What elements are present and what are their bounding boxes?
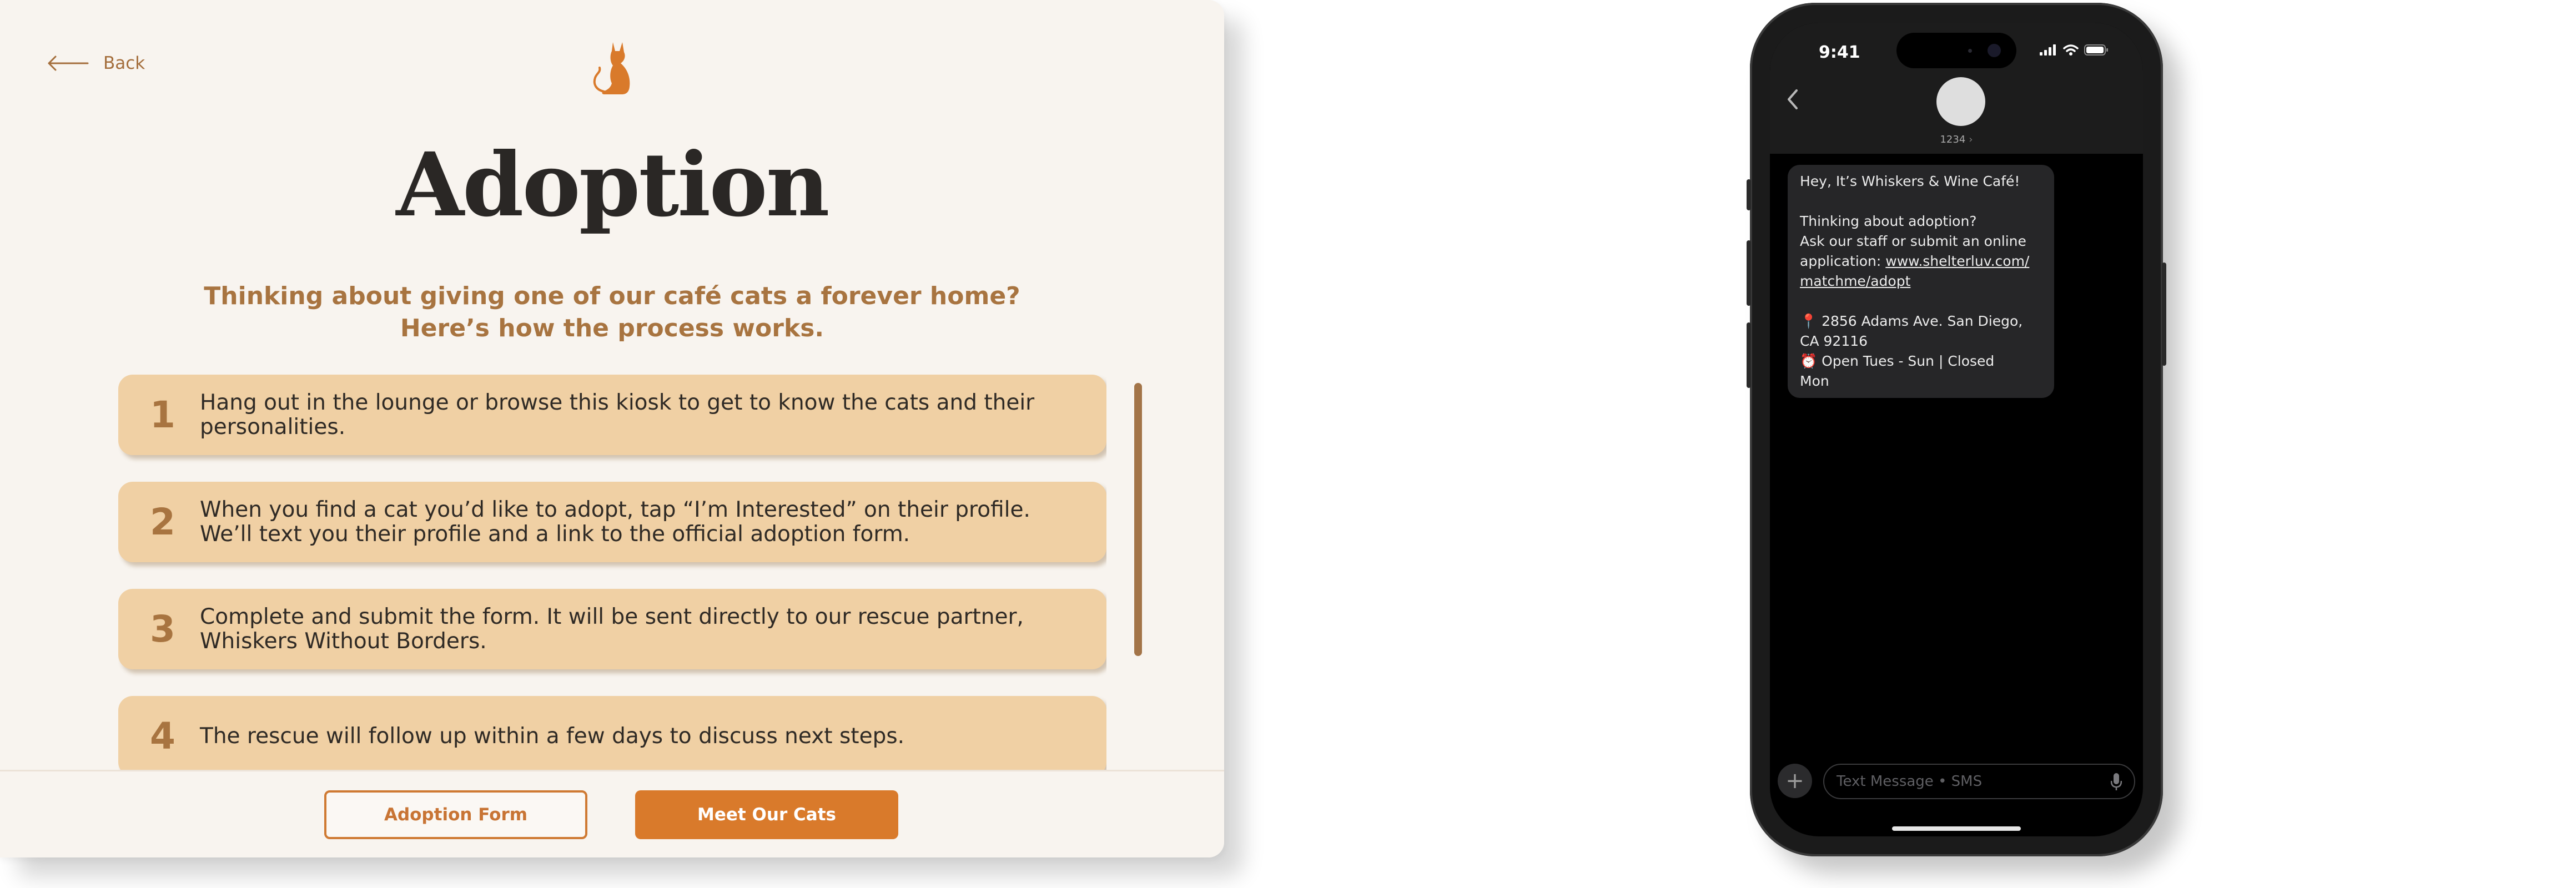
adoption-link-continued[interactable]: matchme/adopt [1800, 273, 1910, 289]
contact-number: 1234 [1940, 134, 1966, 145]
message-line: Thinking about adoption? [1800, 213, 1977, 229]
phone-mockup: 9:41 1234 › Hey, It’s Whiskers & Wine Ca… [1747, 3, 2166, 856]
cat-logo-icon [587, 39, 637, 99]
message-line: application: www.shelterluv.com/ [1800, 251, 2042, 271]
battery-icon [2084, 44, 2108, 56]
messages-screen: 9:41 1234 › Hey, It’s Whiskers & Wine Ca… [1770, 23, 2143, 836]
contact-name[interactable]: 1234 › [1770, 134, 2143, 145]
phone-volume-up-button [1747, 240, 1751, 306]
phone-power-button [2162, 263, 2166, 366]
footer-bar: Adoption Form Meet Our Cats [0, 770, 1224, 857]
conversation-header: 9:41 1234 › [1770, 23, 2143, 154]
step-text: Hang out in the lounge or browse this ki… [200, 390, 1035, 440]
adoption-link[interactable]: www.shelterluv.com/ [1885, 253, 2029, 269]
meet-our-cats-button[interactable]: Meet Our Cats [635, 790, 898, 839]
message-line: Hey, It’s Whiskers & Wine Café! [1800, 173, 2020, 189]
phone-volume-down-button [1747, 322, 1751, 388]
address-line: 📍 2856 Adams Ave. San Diego, [1800, 313, 2023, 329]
step-card: 1 Hang out in the lounge or browse this … [118, 375, 1106, 455]
page-title: Adoption [396, 134, 829, 236]
step-card: 3 Complete and submit the form. It will … [118, 589, 1106, 669]
steps-list[interactable]: 1 Hang out in the lounge or browse this … [118, 375, 1106, 771]
page-subtitle: Thinking about giving one of our café ca… [0, 280, 1224, 345]
message-line: Ask our staff or submit an online [1800, 233, 2026, 249]
phone-action-button [1747, 179, 1751, 210]
camera-icon [1988, 44, 2001, 57]
step-number: 2 [150, 501, 175, 543]
step-text: Complete and submit the form. It will be… [200, 604, 1024, 654]
back-button[interactable]: Back [47, 53, 145, 73]
arrow-left-icon [48, 56, 89, 71]
status-time: 9:41 [1819, 43, 1860, 62]
message-text: application: [1800, 253, 1886, 269]
status-icons [2040, 44, 2109, 56]
message-input-placeholder: Text Message • SMS [1837, 773, 1983, 790]
message-input[interactable]: Text Message • SMS [1823, 764, 2135, 799]
adoption-kiosk-panel: Back Adoption Thinking about giving one … [0, 0, 1224, 857]
address-line: CA 92116 [1800, 333, 1868, 349]
chevron-right-icon: › [1969, 134, 1973, 145]
home-indicator[interactable] [1892, 826, 2021, 831]
add-attachment-button[interactable]: + [1778, 764, 1812, 798]
step-number: 1 [150, 393, 175, 436]
step-number: 3 [150, 608, 175, 650]
step-card: 2 When you find a cat you’d like to adop… [118, 482, 1106, 562]
contact-avatar[interactable] [1936, 77, 1985, 126]
subtitle-line-2: Here’s how the process works. [400, 314, 824, 342]
microphone-icon[interactable] [2111, 773, 2122, 791]
message-line: matchme/adopt [1800, 271, 2042, 291]
subtitle-line-1: Thinking about giving one of our café ca… [204, 282, 1020, 310]
hours-line: Mon [1800, 373, 1829, 389]
step-number: 4 [150, 715, 175, 758]
step-card: 4 The rescue will follow up within a few… [118, 696, 1106, 771]
signal-icon [2040, 44, 2056, 56]
hours-line: ⏰ Open Tues - Sun | Closed [1800, 353, 1995, 369]
adoption-form-button[interactable]: Adoption Form [324, 790, 587, 839]
chevron-left-icon[interactable] [1787, 88, 1799, 113]
steps-scrollbar[interactable] [1134, 383, 1142, 656]
incoming-message-bubble: Hey, It’s Whiskers & Wine Café! Thinking… [1788, 165, 2054, 398]
step-text: When you find a cat you’d like to adopt,… [200, 497, 1030, 547]
dynamic-island [1896, 33, 2016, 68]
wifi-icon [2063, 44, 2079, 56]
step-text: The rescue will follow up within a few d… [200, 723, 905, 749]
sensor-dot [1968, 49, 1972, 53]
back-label: Back [103, 53, 145, 73]
